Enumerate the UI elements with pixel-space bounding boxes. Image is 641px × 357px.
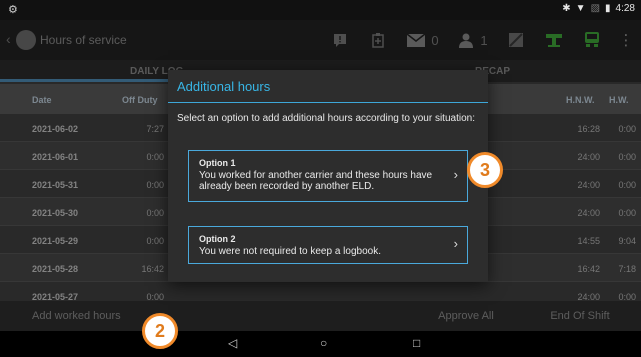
clock-time: 4:28 [615, 3, 635, 14]
system-nav-bar: ◁ ○ □ [0, 331, 641, 357]
callout-badge: 2 [142, 313, 178, 349]
status-bar: ⚙ ✱ ▼ ▧ ▮ 4:28 [0, 0, 641, 20]
chevron-right-icon: › [453, 167, 458, 182]
callout-badge: 3 [467, 152, 503, 188]
dialog-prompt: Select an option to add additional hours… [177, 113, 475, 124]
recents-nav-icon[interactable]: □ [413, 336, 420, 350]
option-title: Option 1 [199, 158, 236, 168]
home-nav-icon[interactable]: ○ [320, 336, 327, 350]
option-title: Option 2 [199, 234, 236, 244]
chevron-right-icon: › [453, 236, 458, 251]
option-2-button[interactable]: Option 2 You were not required to keep a… [188, 226, 468, 264]
option-description: You were not required to keep a logbook. [199, 246, 381, 257]
status-icons: ✱ ▼ ▧ ▮ 4:28 [562, 3, 635, 14]
additional-hours-dialog: Additional hours Select an option to add… [168, 70, 488, 282]
dialog-title-divider [168, 102, 488, 103]
app-screen: ⚙ ✱ ▼ ▧ ▮ 4:28 ‹ Hours of service 0 1 ⋮ … [0, 0, 641, 357]
back-nav-icon[interactable]: ◁ [228, 336, 237, 350]
bluetooth-icon: ✱ [562, 3, 571, 14]
notification-icon: ⚙ [8, 4, 18, 16]
wifi-icon: ▼ [575, 3, 586, 14]
option-1-button[interactable]: Option 1 You worked for another carrier … [188, 150, 468, 202]
option-description: You worked for another carrier and these… [199, 170, 433, 192]
battery-icon: ▮ [605, 3, 611, 14]
dialog-title: Additional hours [177, 79, 271, 94]
no-sim-icon: ▧ [590, 3, 601, 14]
